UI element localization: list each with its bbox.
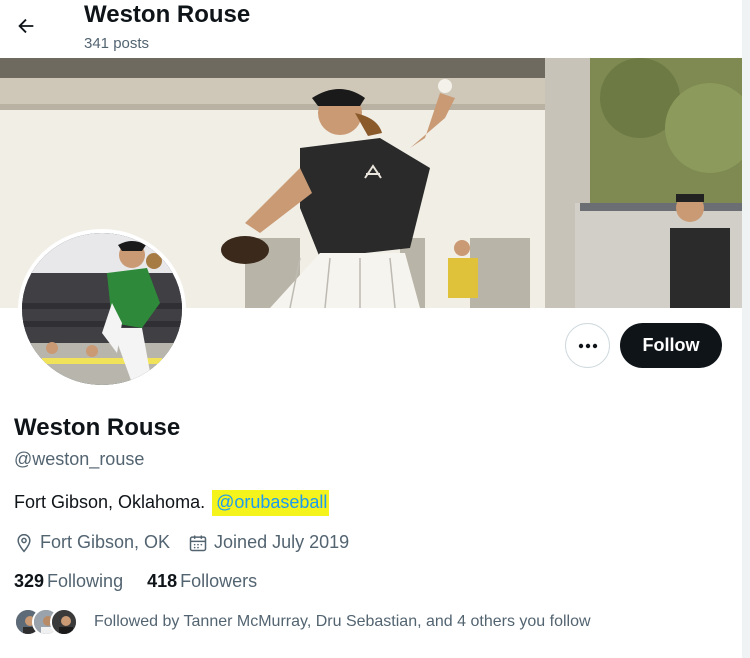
followed-by[interactable]: Followed by Tanner McMurray, Dru Sebasti… bbox=[14, 608, 591, 636]
more-icon bbox=[578, 343, 597, 348]
more-options-button[interactable] bbox=[565, 323, 610, 368]
followers-count: 418 bbox=[147, 571, 178, 591]
joined-text: Joined July 2019 bbox=[214, 532, 350, 552]
following-label: Following bbox=[47, 571, 124, 591]
profile-name: Weston Rouse bbox=[14, 414, 181, 441]
joined-item: Joined July 2019 bbox=[188, 532, 349, 553]
profile-bio: Fort Gibson, Oklahoma. @orubaseball bbox=[14, 490, 330, 516]
following-count: 329 bbox=[14, 571, 45, 591]
follow-stats: 329 Following 418 Followers bbox=[14, 571, 281, 592]
location-text: Fort Gibson, OK bbox=[40, 532, 171, 552]
follow-button[interactable]: Follow bbox=[620, 323, 722, 368]
back-arrow-icon bbox=[18, 18, 34, 34]
followed-by-text: Followed by Tanner McMurray, Dru Sebasti… bbox=[94, 613, 591, 630]
profile-header: Weston Rouse 341 posts bbox=[0, 0, 742, 58]
followers-label: Followers bbox=[180, 571, 258, 591]
avatar-photo bbox=[22, 233, 182, 385]
back-button[interactable] bbox=[8, 8, 44, 44]
follower-avatar bbox=[50, 608, 78, 636]
avatar[interactable] bbox=[18, 229, 186, 389]
location-item: Fort Gibson, OK bbox=[14, 532, 170, 553]
bio-text: Fort Gibson, Oklahoma. bbox=[14, 492, 206, 512]
calendar-icon bbox=[189, 535, 207, 551]
location-icon bbox=[17, 533, 31, 552]
bio-mention-link[interactable]: @orubaseball bbox=[212, 490, 330, 516]
post-count: 341 posts bbox=[84, 35, 150, 52]
profile-meta: Fort Gibson, OK Joined July 2019 bbox=[14, 532, 367, 553]
scrollbar-track[interactable] bbox=[742, 0, 750, 658]
followers-link[interactable]: 418 Followers bbox=[147, 571, 257, 592]
following-link[interactable]: 329 Following bbox=[14, 571, 123, 592]
profile-handle: @weston_rouse bbox=[14, 449, 145, 469]
header-name: Weston Rouse bbox=[84, 1, 251, 28]
